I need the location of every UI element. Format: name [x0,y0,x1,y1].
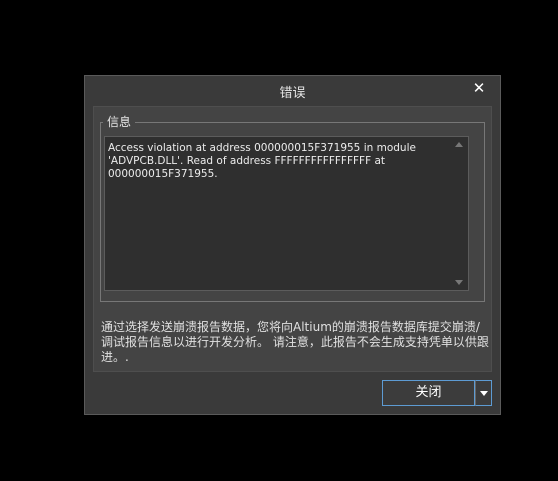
dialog-title: 错误 [279,86,306,101]
close-split-button: 关闭 [382,380,492,406]
close-button[interactable]: 关闭 [382,380,475,406]
scroll-up-arrow-icon[interactable] [455,142,463,147]
dialog-titlebar[interactable]: 错误 ✕ [85,76,500,104]
info-group-label: 信息 [103,113,136,130]
error-message-textarea[interactable]: Access violation at address 000000015F37… [104,136,469,291]
chevron-down-icon [480,391,488,396]
scroll-down-arrow-icon[interactable] [455,280,463,285]
textarea-scrollbar[interactable] [452,137,468,290]
error-message-text: Access violation at address 000000015F37… [108,142,416,180]
crash-report-note: 通过选择发送崩溃报告数据，您将向Altium的崩溃报告数据库提交崩溃/调试报告信… [101,320,489,364]
close-button-dropdown[interactable] [475,380,492,406]
error-dialog: 错误 ✕ 信息 Access violation at address 0000… [84,75,501,415]
close-icon[interactable]: ✕ [470,79,488,97]
